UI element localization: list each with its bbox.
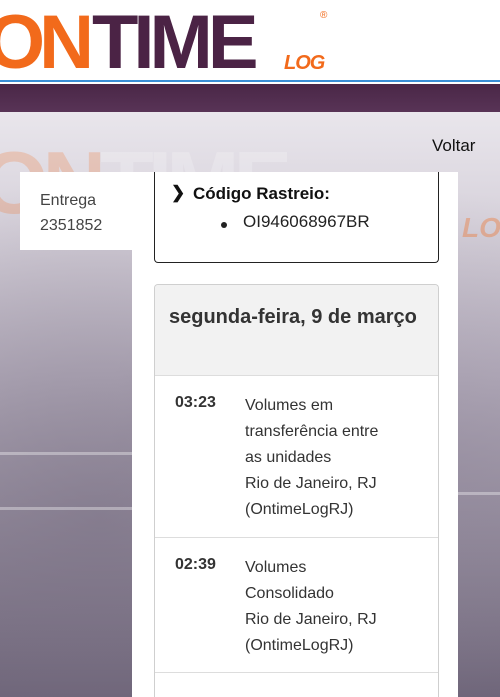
logo-log-text: LOG (284, 52, 325, 74)
registered-mark: ® (320, 10, 328, 21)
background-stripe (0, 507, 140, 510)
logo-time-text: TIME (92, 0, 259, 82)
delivery-tab[interactable]: Entrega 2351852 (20, 172, 132, 250)
background-watermark-log: LOG (462, 212, 500, 243)
event-line: (OntimeLogRJ) (245, 501, 354, 518)
timeline-event: 03:23 Volumes em transferência entre as … (155, 376, 438, 538)
event-description: Volumes em transferência entre as unidad… (245, 393, 425, 523)
ontime-log-logo[interactable]: ONTIME (0, 0, 259, 82)
tracking-code-title: Código Rastreio: (193, 184, 330, 203)
back-link[interactable]: Voltar (432, 136, 475, 156)
event-line: transferência entre (245, 423, 379, 440)
timeline-date-header: segunda-feira, 9 de março (155, 285, 438, 376)
header-band (0, 84, 500, 112)
app-header: ONTIME LOG ® (0, 0, 500, 82)
bullet-icon (221, 222, 227, 228)
delivery-number: 2351852 (40, 217, 103, 234)
event-line: Rio de Janeiro, RJ (245, 475, 377, 492)
tracking-code-box: ❯ Código Rastreio: OI946068967BR (154, 172, 439, 263)
event-line: Volumes em (245, 397, 334, 414)
event-time: 03:23 (175, 394, 216, 411)
chevron-right-icon: ❯ (171, 183, 186, 202)
header-accent-line (0, 80, 500, 82)
tracking-code-value: OI946068967BR (243, 212, 370, 231)
delivery-label: Entrega (40, 192, 97, 209)
event-line: as unidades (245, 449, 332, 466)
event-line: Volumes (245, 559, 307, 576)
event-line: (OntimeLogRJ) (245, 637, 354, 654)
event-description: Volumes Consolidado Rio de Janeiro, RJ (… (245, 555, 425, 659)
event-line: Rio de Janeiro, RJ (245, 611, 377, 628)
event-line: Consolidado (245, 585, 334, 602)
background-stripe (0, 452, 150, 455)
event-time: 02:39 (175, 556, 216, 573)
tracking-timeline: segunda-feira, 9 de março 03:23 Volumes … (154, 284, 439, 697)
logo-on-text: ON (0, 0, 94, 82)
timeline-event: 02:39 Volumes Consolidado Rio de Janeiro… (155, 538, 438, 673)
